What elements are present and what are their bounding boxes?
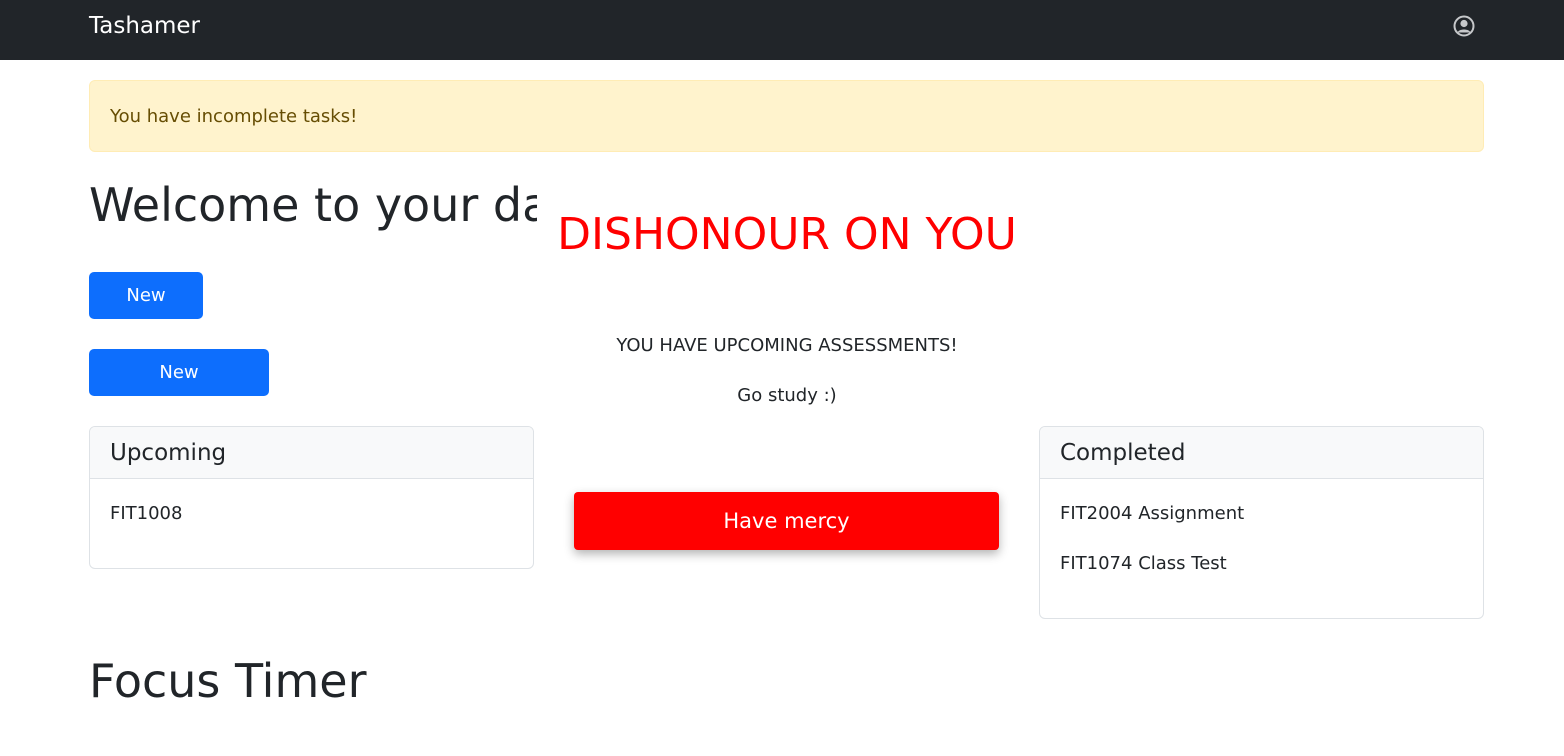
- modal-message: YOU HAVE UPCOMING ASSESSMENTS!: [616, 335, 958, 356]
- completed-list: FIT2004 Assignment FIT1074 Class Test: [1040, 479, 1483, 601]
- modal-submessage: Go study :): [737, 385, 837, 406]
- new-task-button[interactable]: New Task: [89, 272, 203, 353]
- upcoming-card: Upcoming FIT1008: [89, 426, 534, 569]
- focus-timer-title: Focus Timer: [89, 654, 367, 708]
- dishonour-modal: DISHONOUR ON YOU YOU HAVE UPCOMING ASSES…: [538, 170, 1036, 585]
- brand-title[interactable]: Tashamer: [89, 12, 200, 40]
- top-navbar: Tashamer: [0, 0, 1564, 60]
- upcoming-card-title: Upcoming: [90, 427, 533, 479]
- modal-title: DISHONOUR ON YOU: [557, 209, 1017, 260]
- list-item[interactable]: FIT1074 Class Test: [1060, 551, 1463, 601]
- new-assessment-button[interactable]: New Assessment: [89, 349, 269, 430]
- have-mercy-button[interactable]: Have mercy: [574, 492, 999, 550]
- page-title: Welcome to your dashboard: [89, 178, 537, 232]
- user-circle-icon[interactable]: [1453, 15, 1475, 37]
- list-item[interactable]: FIT2004 Assignment: [1060, 501, 1463, 551]
- completed-card: Completed FIT2004 Assignment FIT1074 Cla…: [1039, 426, 1484, 619]
- upcoming-list: FIT1008: [90, 479, 533, 551]
- incomplete-tasks-alert: You have incomplete tasks!: [89, 80, 1484, 152]
- completed-card-title: Completed: [1040, 427, 1483, 479]
- list-item[interactable]: FIT1008: [110, 501, 513, 551]
